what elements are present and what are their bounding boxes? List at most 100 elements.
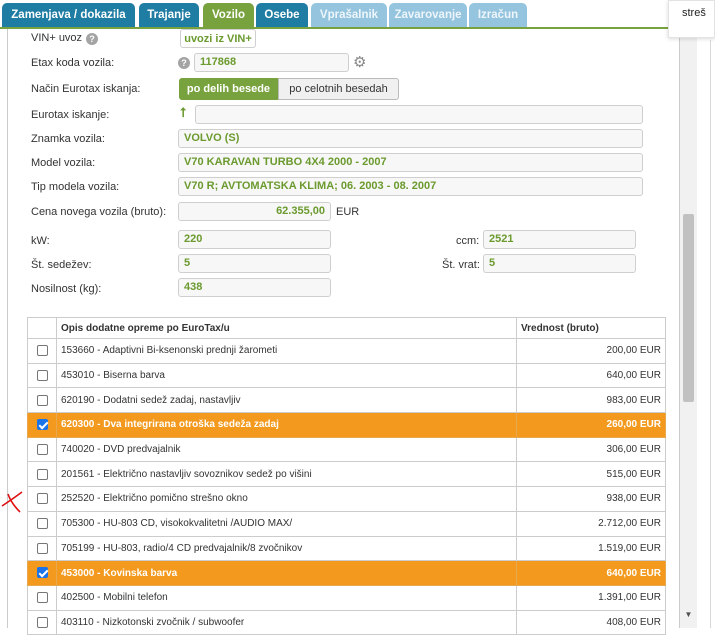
- load-field[interactable]: 438: [178, 278, 331, 297]
- row-checkbox-cell[interactable]: [27, 338, 57, 364]
- value-column-header: Vrednost (bruto): [516, 317, 666, 339]
- tab-zavarovanje[interactable]: Zavarovanje: [389, 3, 467, 27]
- arrow-up-icon[interactable]: ⭡: [180, 105, 186, 121]
- row-checkbox[interactable]: [36, 592, 48, 604]
- brand-label: Znamka vozila:: [31, 133, 105, 145]
- table-row[interactable]: 252520 - Električno pomično strešno okno…: [27, 486, 666, 512]
- row-checkbox-cell[interactable]: [27, 436, 57, 463]
- red-annotation-mark-icon: [1, 491, 23, 513]
- row-value: 408,00 EUR: [516, 609, 666, 635]
- row-checkbox[interactable]: [36, 567, 48, 579]
- row-checkbox[interactable]: [36, 493, 48, 505]
- row-value: 515,00 EUR: [516, 461, 666, 488]
- row-value: 260,00 EUR: [516, 412, 666, 438]
- row-checkbox-cell[interactable]: [27, 461, 57, 488]
- row-checkbox[interactable]: [36, 369, 48, 381]
- tab-vozilo[interactable]: Vozilo: [203, 3, 254, 27]
- row-description: 705199 - HU-803, radio/4 CD predvajalnik…: [56, 535, 517, 562]
- table-row[interactable]: 201561 - Električno nastavljiv sovozniko…: [27, 461, 666, 488]
- doors-label: Št. vrat:: [442, 259, 480, 271]
- row-description: 153660 - Adaptivni Bi-ksenonski prednji …: [56, 338, 517, 364]
- table-row[interactable]: 402500 - Mobilni telefon 1.391,00 EUR: [27, 584, 666, 611]
- table-row[interactable]: 453000 - Kovinska barva 640,00 EUR: [27, 560, 666, 586]
- row-checkbox[interactable]: [36, 419, 48, 431]
- row-checkbox-cell[interactable]: [27, 486, 57, 512]
- page-divider: [710, 40, 711, 628]
- row-checkbox[interactable]: [36, 345, 48, 357]
- kw-label: kW:: [31, 235, 50, 247]
- row-checkbox-cell[interactable]: [27, 609, 57, 635]
- model-field[interactable]: V70 KARAVAN TURBO 4X4 2000 - 2007: [178, 153, 643, 172]
- search-mode-label: Način Eurotax iskanja:: [31, 83, 141, 95]
- ccm-field[interactable]: 2521: [483, 230, 636, 249]
- scroll-down-arrow-icon[interactable]: ▼: [683, 610, 694, 619]
- price-unit: EUR: [336, 206, 360, 218]
- tab-osebe[interactable]: Osebe: [256, 3, 308, 27]
- table-row[interactable]: 705199 - HU-803, radio/4 CD predvajalnik…: [27, 535, 666, 562]
- tab-vprasalnik[interactable]: Vprašalnik: [311, 3, 387, 27]
- row-value: 640,00 EUR: [516, 560, 666, 586]
- description-column-header: Opis dodatne opreme po EuroTax/u: [56, 317, 517, 339]
- row-description: 620300 - Dva integrirana otroška sedeža …: [56, 412, 517, 438]
- vin-import-button[interactable]: uvozi iz VIN+: [180, 29, 256, 48]
- row-description: 201561 - Električno nastavljiv sovozniko…: [56, 461, 517, 488]
- table-row[interactable]: 740020 - DVD predvajalnik 306,00 EUR: [27, 436, 666, 463]
- checkbox-column-header: [27, 317, 57, 339]
- seats-label: Št. sedežev:: [31, 259, 92, 271]
- help-icon[interactable]: ?: [86, 33, 98, 45]
- table-row[interactable]: 153660 - Adaptivni Bi-ksenonski prednji …: [27, 338, 666, 364]
- model-type-label: Tip modela vozila:: [31, 181, 120, 193]
- row-description: 402500 - Mobilni telefon: [56, 584, 517, 611]
- row-checkbox-cell[interactable]: [27, 510, 57, 537]
- row-description: 453000 - Kovinska barva: [56, 560, 517, 586]
- search-mode-partial-button[interactable]: po delih besede: [179, 78, 278, 100]
- row-description: 620190 - Dodatni sedež zadaj, nastavljiv: [56, 387, 517, 414]
- table-row[interactable]: 620300 - Dva integrirana otroška sedeža …: [27, 412, 666, 438]
- autocomplete-popup[interactable]: streš: [668, 0, 715, 38]
- row-checkbox[interactable]: [36, 616, 48, 628]
- eurotax-search-input[interactable]: [195, 105, 643, 124]
- gear-icon[interactable]: ⚙: [353, 55, 366, 70]
- doors-field[interactable]: 5: [483, 254, 636, 273]
- price-label: Cena novega vozila (bruto):: [31, 206, 167, 218]
- row-description: 705300 - HU-803 CD, visokokvalitetni /AU…: [56, 510, 517, 537]
- vin-label: VIN+ uvoz: [31, 32, 83, 44]
- model-label: Model vozila:: [31, 157, 96, 169]
- tab-bar: Zamenjava / dokazila Trajanje Vozilo Ose…: [0, 0, 680, 29]
- kw-field[interactable]: 220: [178, 230, 331, 249]
- row-value: 1.391,00 EUR: [516, 584, 666, 611]
- row-checkbox-cell[interactable]: [27, 362, 57, 389]
- row-checkbox-cell[interactable]: [27, 560, 57, 586]
- tab-izracun[interactable]: Izračun: [469, 3, 527, 27]
- brand-field[interactable]: VOLVO (S): [178, 129, 643, 148]
- row-checkbox-cell[interactable]: [27, 387, 57, 414]
- help-icon[interactable]: ?: [178, 57, 190, 69]
- tab-zamenjava[interactable]: Zamenjava / dokazila: [2, 3, 135, 27]
- search-mode-whole-button[interactable]: po celotnih besedah: [278, 78, 399, 100]
- row-checkbox-cell[interactable]: [27, 412, 57, 438]
- row-value: 640,00 EUR: [516, 362, 666, 389]
- scrollbar-thumb[interactable]: [683, 214, 694, 402]
- row-value: 983,00 EUR: [516, 387, 666, 414]
- table-row[interactable]: 705300 - HU-803 CD, visokokvalitetni /AU…: [27, 510, 666, 537]
- ccm-label: ccm:: [456, 235, 480, 247]
- table-row[interactable]: 620190 - Dodatni sedež zadaj, nastavljiv…: [27, 387, 666, 414]
- row-checkbox[interactable]: [36, 518, 48, 530]
- row-checkbox-cell[interactable]: [27, 535, 57, 562]
- row-checkbox[interactable]: [36, 542, 48, 554]
- model-type-field[interactable]: V70 R; AVTOMATSKA KLIMA; 06. 2003 - 08. …: [178, 177, 643, 196]
- row-value: 200,00 EUR: [516, 338, 666, 364]
- table-row[interactable]: 403110 - Nizkotonski zvočnik / subwoofer…: [27, 609, 666, 635]
- row-checkbox[interactable]: [36, 394, 48, 406]
- seats-field[interactable]: 5: [178, 254, 331, 273]
- tab-trajanje[interactable]: Trajanje: [139, 3, 199, 27]
- table-row[interactable]: 453010 - Biserna barva 640,00 EUR: [27, 362, 666, 389]
- row-value: 306,00 EUR: [516, 436, 666, 463]
- row-checkbox-cell[interactable]: [27, 584, 57, 611]
- row-checkbox[interactable]: [36, 444, 48, 456]
- etax-code-label: Etax koda vozila:: [31, 57, 115, 69]
- row-checkbox[interactable]: [36, 468, 48, 480]
- vehicle-form-panel: VIN+ uvoz ? uvozi iz VIN+ Etax koda vozi…: [7, 29, 680, 635]
- etax-code-field[interactable]: 117868: [194, 53, 349, 72]
- price-field[interactable]: 62.355,00: [178, 202, 331, 221]
